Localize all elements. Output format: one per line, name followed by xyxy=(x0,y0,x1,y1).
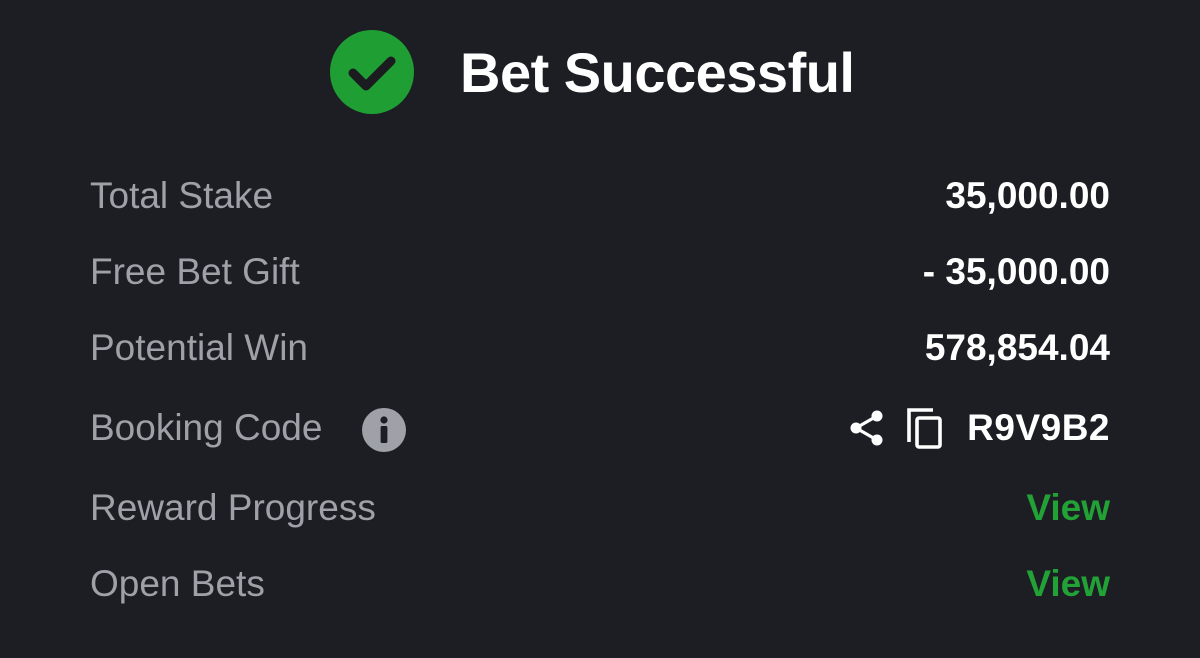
copy-icon[interactable] xyxy=(903,406,947,450)
bet-success-header: Bet Successful xyxy=(0,30,1200,118)
booking-code-label: Booking Code xyxy=(90,407,323,448)
total-stake-row: Total Stake 35,000.00 xyxy=(90,166,1110,226)
info-icon[interactable] xyxy=(362,408,406,452)
potential-win-value: 578,854.04 xyxy=(924,327,1110,368)
potential-win-row: Potential Win 578,854.04 xyxy=(90,318,1110,378)
total-stake-label: Total Stake xyxy=(90,175,274,216)
check-circle-icon xyxy=(330,30,414,114)
reward-progress-view-link[interactable]: View xyxy=(1026,478,1110,538)
share-icon[interactable] xyxy=(845,406,889,450)
page-title: Bet Successful xyxy=(460,41,855,104)
free-bet-gift-row: Free Bet Gift - 35,000.00 xyxy=(90,242,1110,302)
potential-win-label: Potential Win xyxy=(90,327,308,368)
reward-progress-label: Reward Progress xyxy=(90,487,376,528)
booking-code-value: R9V9B2 xyxy=(967,407,1110,448)
free-bet-gift-value: - 35,000.00 xyxy=(922,251,1110,292)
total-stake-value: 35,000.00 xyxy=(945,175,1110,216)
open-bets-view-link[interactable]: View xyxy=(1026,554,1110,614)
free-bet-gift-label: Free Bet Gift xyxy=(90,251,300,292)
booking-code-row: Booking Code R9V9B2 xyxy=(90,398,1110,458)
open-bets-label: Open Bets xyxy=(90,563,265,604)
reward-progress-row: Reward Progress View xyxy=(90,478,1110,538)
open-bets-row: Open Bets View xyxy=(90,554,1110,614)
booking-code-actions: R9V9B2 xyxy=(845,398,1110,458)
